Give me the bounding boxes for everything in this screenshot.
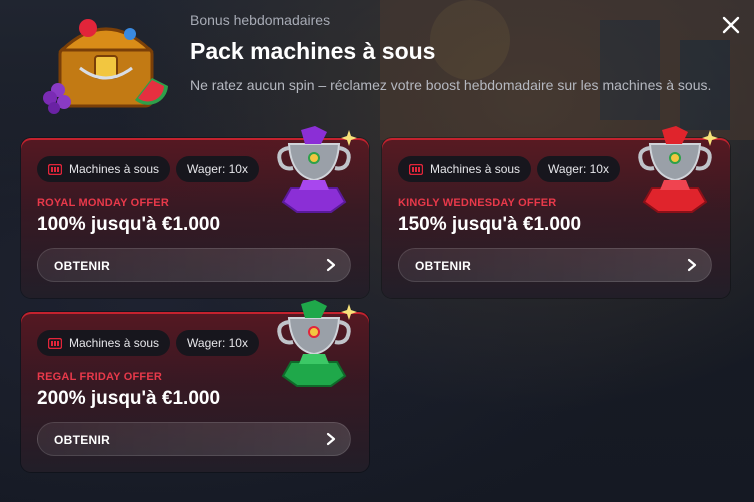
treasure-chest-icon <box>43 19 168 114</box>
slot-machine-icon <box>409 163 423 175</box>
page-title: Pack machines à sous <box>190 38 436 64</box>
chevron-right-icon <box>326 258 336 272</box>
wager-tag: Wager: 10x <box>176 156 259 182</box>
header-description: Ne ratez aucun spin – réclamez votre boo… <box>190 77 712 93</box>
obtain-button[interactable]: OBTENIR <box>37 422 351 456</box>
trophy-icon <box>277 126 357 213</box>
offer-tags: Machines à sous Wager: 10x <box>37 330 259 356</box>
trophy-icon <box>277 300 357 387</box>
obtain-button-label: OBTENIR <box>54 433 111 447</box>
offer-name: ROYAL MONDAY OFFER <box>37 197 169 209</box>
category-tag: Machines à sous <box>37 156 171 182</box>
close-icon[interactable] <box>718 12 744 38</box>
header-subtitle: Bonus hebdomadaires <box>190 12 331 28</box>
slot-machine-icon <box>48 337 62 349</box>
offer-tags: Machines à sous Wager: 10x <box>398 156 620 182</box>
offer-card-royal-monday: Machines à sous Wager: 10x ROYAL MONDAY … <box>21 126 369 298</box>
header: Bonus hebdomadaires Pack machines à sous… <box>0 0 754 130</box>
wager-tag: Wager: 10x <box>176 330 259 356</box>
chevron-right-icon <box>326 432 336 446</box>
offer-card-regal-friday: Machines à sous Wager: 10x REGAL FRIDAY … <box>21 300 369 472</box>
category-label: Machines à sous <box>69 162 160 176</box>
category-label: Machines à sous <box>69 336 160 350</box>
slot-machine-icon <box>48 163 62 175</box>
category-tag: Machines à sous <box>398 156 532 182</box>
obtain-button-label: OBTENIR <box>415 259 472 273</box>
wager-tag: Wager: 10x <box>537 156 620 182</box>
trophy-icon <box>638 126 718 213</box>
category-label: Machines à sous <box>430 162 521 176</box>
offer-card-kingly-wednesday: Machines à sous Wager: 10x KINGLY WEDNES… <box>382 126 730 298</box>
obtain-button-label: OBTENIR <box>54 259 111 273</box>
offer-amount: 100% jusqu'à €1.000 <box>37 214 221 235</box>
chevron-right-icon <box>687 258 697 272</box>
offer-amount: 150% jusqu'à €1.000 <box>398 214 582 235</box>
offer-tags: Machines à sous Wager: 10x <box>37 156 259 182</box>
offer-name: REGAL FRIDAY OFFER <box>37 371 163 383</box>
offer-amount: 200% jusqu'à €1.000 <box>37 388 221 409</box>
category-tag: Machines à sous <box>37 330 171 356</box>
obtain-button[interactable]: OBTENIR <box>37 248 351 282</box>
offer-name: KINGLY WEDNESDAY OFFER <box>398 197 557 209</box>
obtain-button[interactable]: OBTENIR <box>398 248 712 282</box>
